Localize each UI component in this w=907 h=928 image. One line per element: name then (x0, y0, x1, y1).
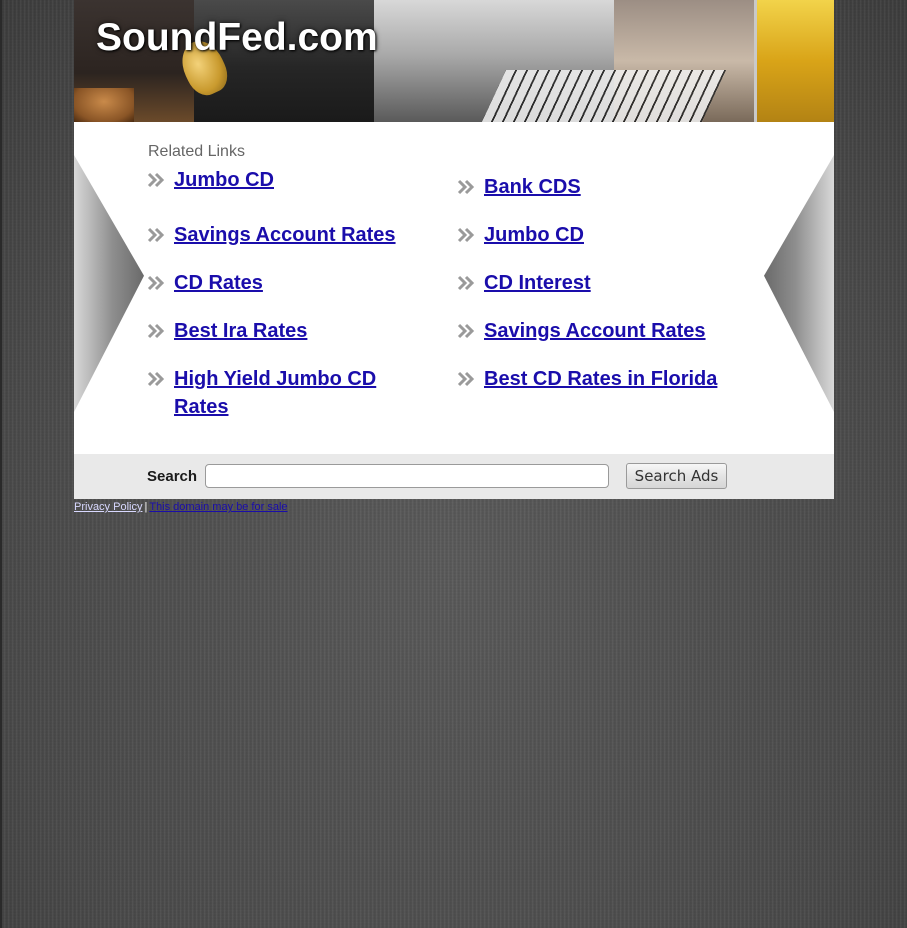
double-chevron-right-icon (147, 371, 165, 387)
related-link-item: CD Interest (456, 269, 756, 297)
related-link-high-yield-jumbo-cd-rates[interactable]: High Yield Jumbo CD Rates (174, 365, 394, 421)
related-link-savings-account-rates-2[interactable]: Savings Account Rates (484, 317, 706, 345)
related-link-item: High Yield Jumbo CD Rates (146, 365, 416, 421)
related-link-bank-cds[interactable]: Bank CDS (484, 173, 581, 201)
banner-piano-keys (481, 70, 727, 122)
site-title: SoundFed.com (96, 16, 378, 59)
double-chevron-right-icon (457, 227, 475, 243)
related-link-jumbo-cd[interactable]: Jumbo CD (174, 166, 274, 194)
footer: Privacy Policy | This domain may be for sa… (74, 499, 834, 513)
double-chevron-right-icon (457, 371, 475, 387)
double-chevron-right-icon (147, 275, 165, 291)
footer-separator: | (144, 501, 148, 513)
banner-jukebox (754, 0, 834, 122)
related-link-item: Savings Account Rates (146, 221, 416, 249)
related-link-item: Bank CDS (456, 173, 756, 201)
page-wrapper: SoundFed.com Related Links Jumbo CD Savi… (74, 0, 834, 513)
related-links-heading: Related Links (148, 143, 245, 160)
double-chevron-right-icon (457, 323, 475, 339)
double-chevron-right-icon (147, 227, 165, 243)
privacy-policy-link[interactable]: Privacy Policy (74, 501, 142, 513)
double-chevron-right-icon (457, 179, 475, 195)
related-link-jumbo-cd-2[interactable]: Jumbo CD (484, 221, 584, 249)
search-label: Search (147, 468, 198, 485)
search-bar: Search Search Ads (74, 454, 834, 499)
related-link-item: Jumbo CD (146, 166, 416, 194)
header-banner: SoundFed.com (74, 0, 834, 122)
double-chevron-right-icon (147, 323, 165, 339)
page-left-edge (0, 0, 2, 928)
related-link-item: Best CD Rates in Florida (456, 365, 756, 393)
search-ads-button[interactable]: Search Ads (626, 463, 727, 489)
banner-drum (74, 88, 134, 122)
related-link-best-ira-rates[interactable]: Best Ira Rates (174, 317, 307, 345)
related-link-item: Jumbo CD (456, 221, 756, 249)
double-chevron-right-icon (147, 172, 165, 188)
search-input[interactable] (205, 464, 609, 488)
related-link-best-cd-rates-florida[interactable]: Best CD Rates in Florida (484, 365, 717, 393)
related-links-section: Related Links Jumbo CD Savings Account R… (74, 122, 834, 454)
domain-for-sale-link[interactable]: This domain may be for sale (149, 501, 287, 513)
related-link-cd-interest[interactable]: CD Interest (484, 269, 591, 297)
double-chevron-right-icon (457, 275, 475, 291)
right-decorative-wedge (764, 155, 834, 412)
related-link-item: Savings Account Rates (456, 317, 756, 345)
left-decorative-wedge (74, 155, 144, 412)
related-link-cd-rates[interactable]: CD Rates (174, 269, 263, 297)
related-link-item: CD Rates (146, 269, 416, 297)
related-link-item: Best Ira Rates (146, 317, 416, 345)
related-link-savings-account-rates[interactable]: Savings Account Rates (174, 221, 396, 249)
